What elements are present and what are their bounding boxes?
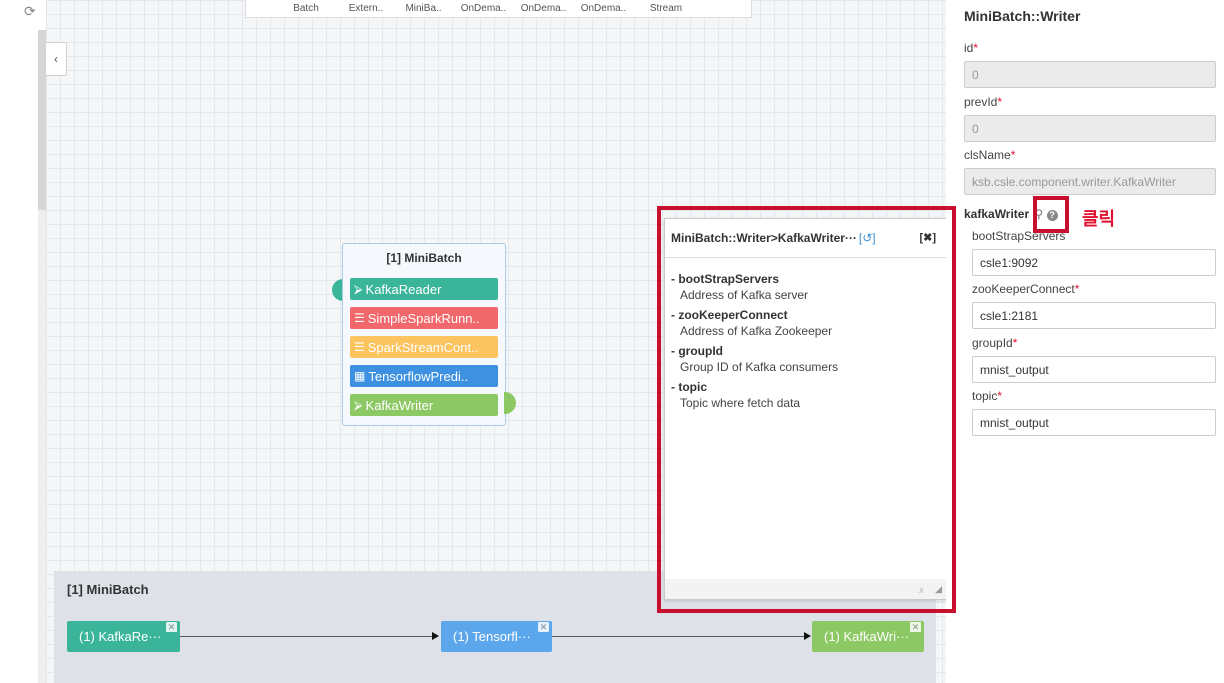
pipeline-edge-2 (552, 636, 808, 637)
field-label-groupid: groupId* (972, 336, 1018, 350)
properties-panel: MiniBatch::Writer id* 0 prevId* 0 clsNam… (946, 0, 1224, 683)
groupid-input[interactable]: mnist_output (972, 356, 1216, 383)
pipeline-node-kafka-writer[interactable]: (1) KafkaWri··· ✕ (812, 621, 924, 652)
scrollbar-track[interactable] (38, 210, 46, 683)
toolbar-item-minibatch[interactable]: MiniBa.. (401, 3, 446, 14)
field-label-topic: topic* (972, 389, 1003, 403)
controller-icon: ☰ (354, 340, 365, 354)
runner-icon: ☰ (354, 311, 365, 325)
component-kafka-reader[interactable]: ⮚ KafkaReader (350, 278, 498, 300)
arrow-head-icon (432, 632, 439, 640)
refresh-icon[interactable]: ⟳ (24, 3, 36, 20)
toolbar-item-ondemand-2[interactable]: OnDema.. (516, 3, 571, 14)
chevron-left-icon: ‹ (54, 52, 58, 66)
engine-toolbar: Batch Extern.. MiniBa.. OnDema.. OnDema.… (245, 0, 752, 18)
highlight-box-popup (657, 206, 956, 613)
pipeline-node-kafka-reader[interactable]: (1) KafkaRe··· ✕ (67, 621, 180, 652)
component-simple-spark-runner[interactable]: ☰ SimpleSparkRunn.. (350, 307, 498, 329)
pipeline-node-tensorflow[interactable]: (1) Tensorfl··· ✕ (441, 621, 552, 652)
close-icon[interactable]: ✕ (538, 622, 549, 632)
component-spark-stream-controller[interactable]: ☰ SparkStreamCont.. (350, 336, 498, 358)
grid-icon: ▦ (354, 369, 366, 383)
previd-field: 0 (964, 115, 1216, 142)
bootstrapservers-input[interactable]: csle1:9092 (972, 249, 1216, 276)
collapse-panel-button[interactable]: ‹ (45, 42, 67, 76)
engine-title: [1] MiniBatch (386, 251, 462, 265)
field-label-previd: prevId* (964, 95, 1003, 109)
left-rail: ⟳ (0, 0, 38, 683)
clsname-field: ksb.csle.component.writer.KafkaWriter (964, 168, 1216, 195)
arrow-head-icon (804, 632, 811, 640)
field-label-zookeeperconnect: zooKeeperConnect* (972, 282, 1080, 296)
engine-node-minibatch[interactable]: [1] MiniBatch ⮚ KafkaReader ☰ SimpleSparkR… (342, 243, 506, 426)
toolbar-item-batch[interactable]: Batch (286, 3, 326, 14)
writer-icon: ⮚ (354, 397, 363, 412)
component-tensorflow-predictor[interactable]: ▦ TensorflowPredi.. (350, 365, 498, 387)
annotation-note: 클릭 (1082, 209, 1116, 229)
field-label-clsname: clsName* (964, 148, 1016, 162)
reader-icon: ⮚ (354, 281, 363, 296)
close-icon[interactable]: ✕ (910, 622, 921, 632)
toolbar-item-ondemand-1[interactable]: OnDema.. (456, 3, 511, 14)
toolbar-item-ondemand-3[interactable]: OnDema.. (576, 3, 631, 14)
pipeline-edge-1 (180, 636, 438, 637)
highlight-box-help-icon (1033, 196, 1069, 233)
field-label-id: id* (964, 41, 979, 55)
component-kafka-writer[interactable]: ⮚ KafkaWriter (350, 394, 498, 416)
topic-input[interactable]: mnist_output (972, 409, 1216, 436)
id-field: 0 (964, 61, 1216, 88)
panel-title: MiniBatch::Writer (964, 8, 1081, 24)
close-icon[interactable]: ✕ (166, 622, 177, 632)
toolbar-item-external[interactable]: Extern.. (341, 3, 391, 14)
zookeeperconnect-input[interactable]: csle1:2181 (972, 302, 1216, 329)
pipeline-title: [1] MiniBatch (67, 582, 149, 597)
toolbar-item-stream[interactable]: Stream (641, 3, 691, 14)
